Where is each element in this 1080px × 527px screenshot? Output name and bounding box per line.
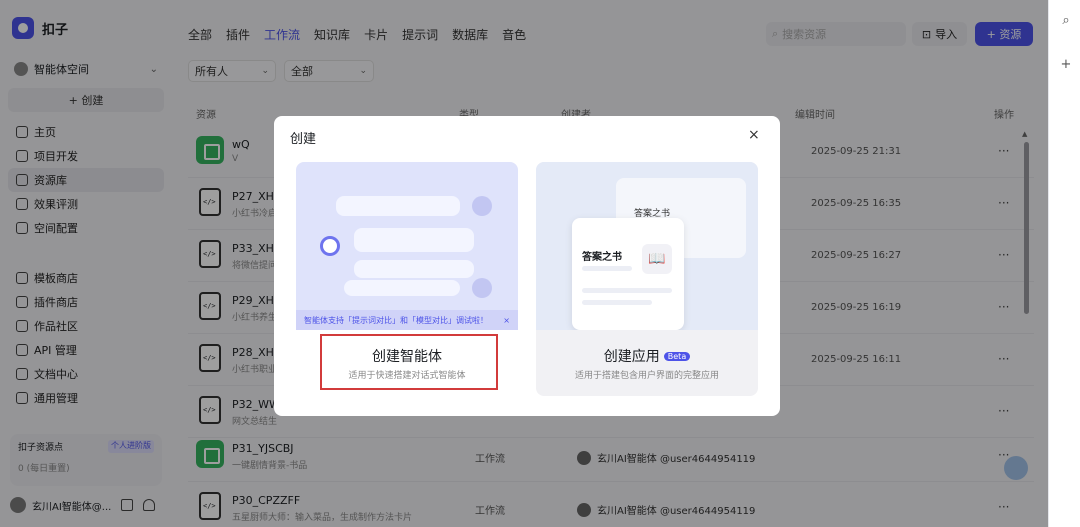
text-line [582, 266, 632, 271]
app-preview-image: 答案之书 答案之书 📖 [536, 162, 758, 330]
close-icon[interactable]: × [748, 127, 760, 143]
tip-close-icon[interactable]: × [503, 316, 510, 325]
highlight-box [320, 334, 498, 390]
book-icon: 📖 [642, 244, 672, 274]
dialog-title: 创建 [290, 132, 317, 147]
bot-avatar-icon [320, 236, 340, 256]
app-card-title-text: 创建应用 [603, 349, 660, 365]
user-avatar-icon [472, 196, 492, 216]
create-agent-card[interactable]: 智能体支持「提示词对比」和「模型对比」调试啦！ × 创建智能体 适用于快速搭建对… [296, 162, 518, 396]
app-preview-phone: 答案之书 📖 [572, 218, 684, 330]
feature-tip-text: 智能体支持「提示词对比」和「模型对比」调试啦！ [304, 315, 488, 325]
create-dialog: 创建 × 智能体支持「提示词对比」和「模型对比」调试啦！ × 创建智能体 适用于… [274, 116, 780, 416]
app-card-title: 创建应用 Beta [536, 346, 758, 366]
chat-bubble [336, 196, 460, 216]
search-icon[interactable]: ⌕ [1059, 14, 1073, 28]
agent-preview-image: 智能体支持「提示词对比」和「模型对比」调试啦！ × [296, 162, 518, 330]
user-avatar-icon [472, 278, 492, 298]
feature-tip: 智能体支持「提示词对比」和「模型对比」调试啦！ × [296, 310, 518, 330]
beta-badge: Beta [663, 351, 691, 361]
right-toolbar: ⌕ + [1048, 0, 1080, 527]
app-card-desc: 适用于搭建包含用户界面的完整应用 [574, 371, 719, 381]
chat-bubble [344, 280, 460, 296]
chat-bubble [354, 260, 474, 278]
app-preview-title: 答案之书 [582, 252, 622, 263]
plus-icon[interactable]: + [1059, 58, 1073, 72]
chat-bubble [354, 228, 474, 252]
text-line [582, 300, 652, 305]
text-line [582, 288, 672, 293]
create-app-card[interactable]: 答案之书 答案之书 📖 创建应用 Beta 适用于搭建包含用户界面的完整应用 [536, 162, 758, 396]
